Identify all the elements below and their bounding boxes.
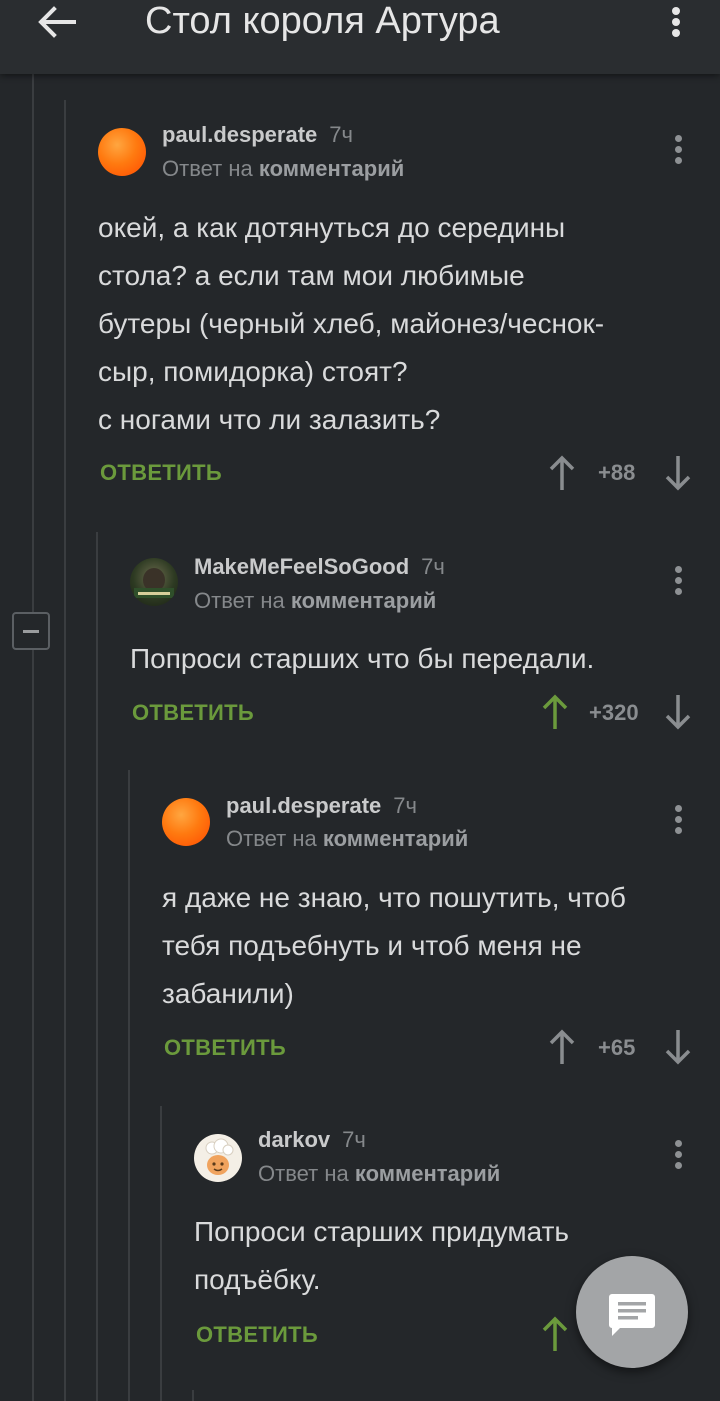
reply-button[interactable]: ОТВЕТИТЬ: [164, 1035, 286, 1061]
thread-line: [64, 100, 66, 1401]
arrow-left-icon: [38, 6, 76, 38]
avatar[interactable]: [162, 798, 210, 846]
avatar[interactable]: [130, 558, 178, 606]
arrow-down-icon: [665, 695, 691, 730]
more-menu-button[interactable]: [664, 4, 688, 40]
username[interactable]: MakeMeFeelSoGood: [194, 554, 409, 579]
reply-button[interactable]: ОТВЕТИТЬ: [132, 700, 254, 726]
page-title: Стол короля Артура: [145, 0, 500, 42]
arrow-down-icon: [665, 456, 691, 491]
reply-button[interactable]: ОТВЕТИТЬ: [196, 1322, 318, 1348]
comment-time: 7ч: [329, 122, 353, 147]
thread-line: [32, 74, 34, 612]
comment-text: окей, а как дотянуться до середины стола…: [98, 204, 604, 444]
downvote-button[interactable]: [663, 692, 693, 732]
reply-to-link[interactable]: комментарий: [259, 156, 404, 181]
comment-menu-button[interactable]: [668, 1140, 688, 1174]
comment-line: сыр, помидорка) стоят?: [98, 356, 408, 387]
downvote-button[interactable]: [663, 453, 693, 493]
comment-time: 7ч: [342, 1127, 366, 1152]
thread-line: [192, 1390, 194, 1401]
comment-line: подъёбку.: [194, 1264, 321, 1295]
comment-time: 7ч: [421, 554, 445, 579]
comment-line: тебя подъебнуть и чтоб меня не: [162, 930, 582, 961]
more-vertical-icon: [672, 7, 680, 37]
username[interactable]: darkov: [258, 1127, 330, 1152]
reply-button[interactable]: ОТВЕТИТЬ: [100, 460, 222, 486]
comment-line: забанили): [162, 978, 294, 1009]
comment-line: с ногами что ли залазить?: [98, 404, 441, 435]
arrow-up-icon: [542, 1316, 568, 1351]
reply-to-label: Ответ на: [258, 1161, 349, 1186]
comment-menu-button[interactable]: [668, 566, 688, 600]
downvote-button[interactable]: [663, 1027, 693, 1067]
write-comment-fab[interactable]: [576, 1256, 688, 1368]
comment-line: бутеры (черный хлеб, майонез/чеснок-: [98, 308, 605, 339]
comment-icon: [609, 1294, 655, 1336]
comment-score: +65: [598, 1035, 636, 1060]
comment-text: Попроси старших что бы передали.: [130, 635, 594, 683]
reply-to-link[interactable]: комментарий: [323, 826, 468, 851]
reply-to-link[interactable]: комментарий: [291, 588, 436, 613]
upvote-button[interactable]: [540, 1314, 570, 1354]
comment-line: Попроси старших придумать: [194, 1216, 569, 1247]
thread-line: [128, 770, 130, 1401]
arrow-up-icon: [549, 455, 575, 490]
chef-avatar-image: [205, 1138, 234, 1175]
collapse-thread-button[interactable]: [12, 612, 50, 650]
username[interactable]: paul.desperate: [162, 122, 317, 147]
reply-to-label: Ответ на: [162, 156, 253, 181]
comment-line: окей, а как дотянуться до середины: [98, 212, 566, 243]
thread-line: [96, 532, 98, 1401]
comment-menu-button[interactable]: [668, 135, 688, 169]
comment-line: я даже не знаю, что пошутить, чтоб: [162, 882, 626, 913]
arrow-up-icon: [549, 1029, 575, 1064]
comment-line: Попроси старших что бы передали.: [130, 643, 595, 674]
username[interactable]: paul.desperate: [226, 793, 381, 818]
upvote-button[interactable]: [540, 692, 570, 732]
reply-to-label: Ответ на: [226, 826, 317, 851]
comment-text: я даже не знаю, что пошутить, чтоб тебя …: [162, 874, 626, 1018]
arrow-down-icon: [665, 1030, 691, 1065]
thread-line: [32, 650, 34, 1401]
reply-to-label: Ответ на: [194, 588, 285, 613]
comment-score: +88: [598, 460, 636, 485]
avatar[interactable]: [98, 128, 146, 176]
upvote-button[interactable]: [547, 1027, 577, 1067]
comment-time: 7ч: [393, 793, 417, 818]
upvote-button[interactable]: [547, 453, 577, 493]
reply-to-link[interactable]: комментарий: [355, 1161, 500, 1186]
comment-line: стола? а если там мои любимые: [98, 260, 525, 291]
app-bar: Стол короля Артура: [0, 0, 720, 74]
comment-menu-button[interactable]: [668, 805, 688, 839]
arrow-up-icon: [542, 694, 568, 729]
comment-text: Попроси старших придумать подъёбку.: [194, 1208, 569, 1304]
avatar-image: [134, 568, 174, 598]
back-button[interactable]: [34, 2, 78, 42]
thread-line: [160, 1106, 162, 1401]
avatar[interactable]: [194, 1134, 242, 1182]
comment-score: +320: [589, 700, 639, 725]
